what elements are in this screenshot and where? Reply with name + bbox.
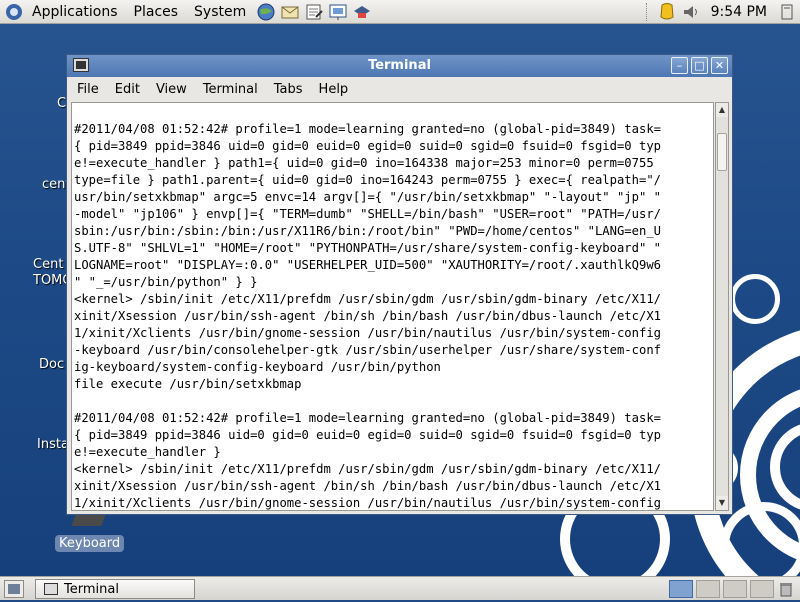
top-panel: Applications Places System 9:54 PM: [0, 0, 800, 24]
window-title: Terminal: [368, 58, 431, 73]
trash-icon[interactable]: [777, 580, 797, 598]
scroll-down-arrow[interactable]: ▼: [716, 496, 728, 510]
taskbar-terminal-button[interactable]: Terminal: [35, 579, 195, 599]
user-switcher-icon[interactable]: [776, 2, 798, 22]
workspace-3[interactable]: [723, 580, 747, 598]
workspace-1[interactable]: [669, 580, 693, 598]
top-panel-tray: 9:54 PM: [640, 0, 800, 24]
menu-file[interactable]: File: [67, 82, 105, 97]
menu-help[interactable]: Help: [309, 82, 355, 97]
notes-icon[interactable]: [303, 2, 325, 22]
system-menu[interactable]: System: [186, 0, 254, 24]
menu-edit[interactable]: Edit: [105, 82, 146, 97]
terminal-task-icon: [44, 583, 58, 595]
show-desktop-icon[interactable]: [4, 580, 24, 598]
window-menubar: File Edit View Terminal Tabs Help: [67, 78, 732, 100]
panel-separator: [645, 3, 649, 21]
scroll-thumb[interactable]: [717, 133, 727, 171]
minimize-button[interactable]: –: [671, 57, 688, 74]
taskbar-terminal-label: Terminal: [64, 581, 119, 597]
presentation-icon[interactable]: [327, 2, 349, 22]
vertical-scrollbar[interactable]: ▲ ▼: [715, 102, 729, 511]
scroll-up-arrow[interactable]: ▲: [716, 103, 728, 117]
menu-terminal[interactable]: Terminal: [193, 82, 264, 97]
close-button[interactable]: ✕: [711, 57, 728, 74]
clock[interactable]: 9:54 PM: [703, 4, 775, 20]
keyboard-desktop-label[interactable]: Keyboard: [55, 535, 125, 552]
menu-tabs[interactable]: Tabs: [264, 82, 309, 97]
notification-icon[interactable]: [656, 2, 678, 22]
maximize-button[interactable]: □: [691, 57, 708, 74]
update-icon[interactable]: [351, 2, 373, 22]
window-titlebar[interactable]: Terminal – □ ✕: [67, 55, 732, 77]
foot-icon[interactable]: [4, 2, 24, 22]
email-icon[interactable]: [279, 2, 301, 22]
terminal-window: Terminal – □ ✕ File Edit View Terminal T…: [66, 54, 733, 515]
swirl-decoration: [730, 274, 780, 324]
workspace-2[interactable]: [696, 580, 720, 598]
desktop-icon-label[interactable]: Doc: [39, 357, 64, 372]
desktop-icon-label[interactable]: Cent: [33, 257, 63, 272]
desktop-icon-label[interactable]: C: [57, 96, 66, 111]
terminal-text: #2011/04/08 01:52:42# profile=1 mode=lea…: [74, 122, 661, 510]
web-browser-icon[interactable]: [255, 2, 277, 22]
desktop-icon-label[interactable]: Insta: [37, 437, 69, 452]
applications-menu[interactable]: Applications: [24, 0, 126, 24]
terminal-output[interactable]: #2011/04/08 01:52:42# profile=1 mode=lea…: [71, 102, 714, 511]
bottom-panel: Terminal: [0, 576, 800, 600]
places-menu[interactable]: Places: [126, 0, 187, 24]
volume-icon[interactable]: [680, 2, 702, 22]
menu-view[interactable]: View: [146, 82, 193, 97]
workspace-4[interactable]: [750, 580, 774, 598]
